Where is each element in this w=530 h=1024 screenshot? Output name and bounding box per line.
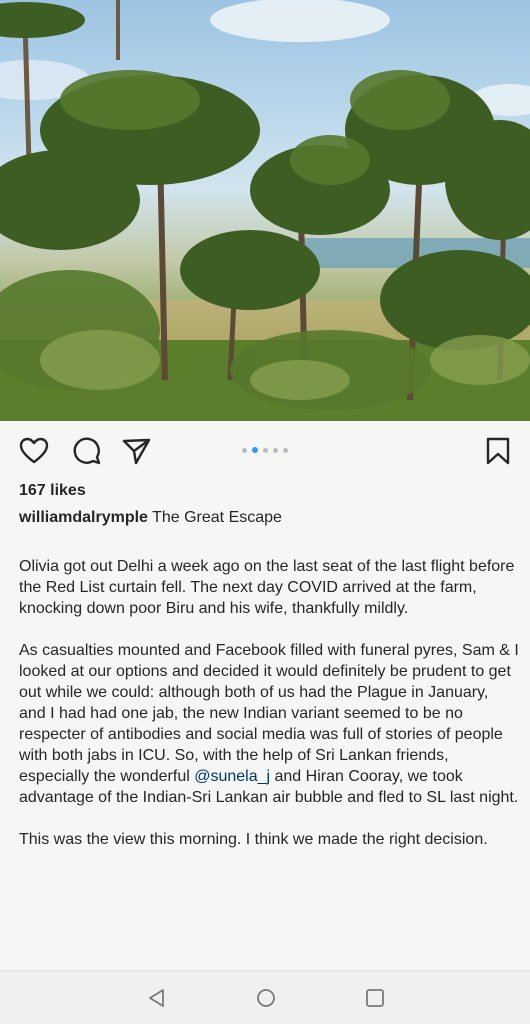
- mention-link[interactable]: @sunela_j: [194, 768, 270, 785]
- caption-header: williamdalrymple The Great Escape: [19, 509, 282, 527]
- heart-icon: [19, 437, 49, 464]
- like-button[interactable]: [19, 436, 49, 466]
- share-button[interactable]: [121, 436, 151, 466]
- save-button[interactable]: [483, 436, 513, 466]
- post-action-bar: [0, 430, 530, 476]
- caption-paragraph: Olivia got out Delhi a week ago on the l…: [19, 558, 515, 617]
- back-button[interactable]: [145, 986, 169, 1010]
- comment-icon: [73, 437, 101, 465]
- bookmark-icon: [486, 437, 510, 465]
- home-circle-icon: [257, 989, 275, 1007]
- username-link[interactable]: williamdalrymple: [19, 509, 148, 526]
- caption-paragraph: This was the view this morning. I think …: [19, 831, 488, 848]
- carousel-dot: [273, 447, 278, 453]
- back-triangle-icon: [149, 989, 164, 1007]
- instagram-post-screen: 167 likes williamdalrymple The Great Esc…: [0, 0, 530, 1024]
- carousel-dot: [283, 447, 288, 453]
- post-photo[interactable]: [0, 0, 530, 421]
- share-icon: [122, 438, 151, 465]
- recents-button[interactable]: [363, 986, 387, 1010]
- caption-text: As casualties mounted and Facebook fille…: [19, 642, 519, 785]
- comment-button[interactable]: [72, 436, 102, 466]
- carousel-indicator: [242, 447, 288, 453]
- caption-body: Olivia got out Delhi a week ago on the l…: [19, 556, 519, 871]
- post-title: The Great Escape: [147, 509, 282, 526]
- carousel-dot: [242, 447, 247, 453]
- likes-count[interactable]: 167 likes: [19, 482, 86, 500]
- caption-paragraph: As casualties mounted and Facebook fille…: [19, 640, 519, 808]
- carousel-dot-active: [252, 447, 258, 453]
- system-navigation-bar: [0, 970, 530, 1024]
- home-button[interactable]: [254, 986, 278, 1010]
- palm-trees-photo: [0, 0, 530, 421]
- recents-square-icon: [366, 989, 384, 1007]
- carousel-dot: [263, 447, 268, 453]
